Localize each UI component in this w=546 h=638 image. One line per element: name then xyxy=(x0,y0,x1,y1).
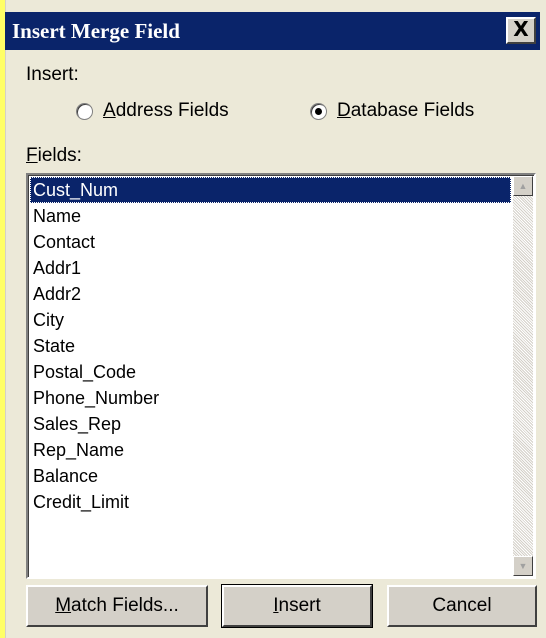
list-item[interactable]: Phone_Number xyxy=(30,385,511,411)
database-fields-radio-option[interactable]: Database Fields xyxy=(310,100,474,122)
list-item[interactable]: Cust_Num xyxy=(30,177,511,203)
fields-listbox[interactable]: Cust_Num Name Contact Addr1 Addr2 City S… xyxy=(26,173,536,579)
list-item[interactable]: Postal_Code xyxy=(30,359,511,385)
fields-label: Fields: xyxy=(26,145,82,166)
match-fields-label: Match Fields... xyxy=(55,595,179,616)
down-arrow-icon: ▼ xyxy=(518,561,528,571)
address-fields-radio[interactable] xyxy=(76,102,93,120)
insert-label: Insert: xyxy=(26,64,79,85)
list-item[interactable]: Contact xyxy=(30,229,511,255)
match-fields-button[interactable]: Match Fields... xyxy=(26,585,208,627)
title-bar[interactable]: Insert Merge Field X xyxy=(5,12,540,50)
list-item[interactable]: Addr1 xyxy=(30,255,511,281)
list-item[interactable]: Name xyxy=(30,203,511,229)
list-item[interactable]: Balance xyxy=(30,463,511,489)
insert-button[interactable]: Insert xyxy=(221,584,373,628)
dialog-title: Insert Merge Field xyxy=(12,19,180,43)
close-icon: X xyxy=(513,17,529,41)
fields-scrollbar[interactable]: ▲ ▼ xyxy=(513,176,533,576)
list-item[interactable]: City xyxy=(30,307,511,333)
fields-list: Cust_Num Name Contact Addr1 Addr2 City S… xyxy=(30,177,511,515)
list-item[interactable]: Addr2 xyxy=(30,281,511,307)
address-fields-radio-option[interactable]: Address Fields xyxy=(76,100,229,122)
up-arrow-icon: ▲ xyxy=(518,181,528,191)
address-fields-label: Address Fields xyxy=(103,100,229,121)
scroll-up-button[interactable]: ▲ xyxy=(513,176,533,196)
insert-label-text: Insert xyxy=(273,595,321,616)
list-item[interactable]: State xyxy=(30,333,511,359)
list-item[interactable]: Sales_Rep xyxy=(30,411,511,437)
close-button[interactable]: X xyxy=(506,17,536,44)
list-item[interactable]: Rep_Name xyxy=(30,437,511,463)
list-item[interactable]: Credit_Limit xyxy=(30,489,511,515)
cancel-button[interactable]: Cancel xyxy=(387,585,537,627)
cancel-label: Cancel xyxy=(432,595,492,616)
scroll-down-button[interactable]: ▼ xyxy=(513,556,533,576)
database-fields-radio[interactable] xyxy=(310,102,327,120)
database-fields-label: Database Fields xyxy=(337,100,475,121)
